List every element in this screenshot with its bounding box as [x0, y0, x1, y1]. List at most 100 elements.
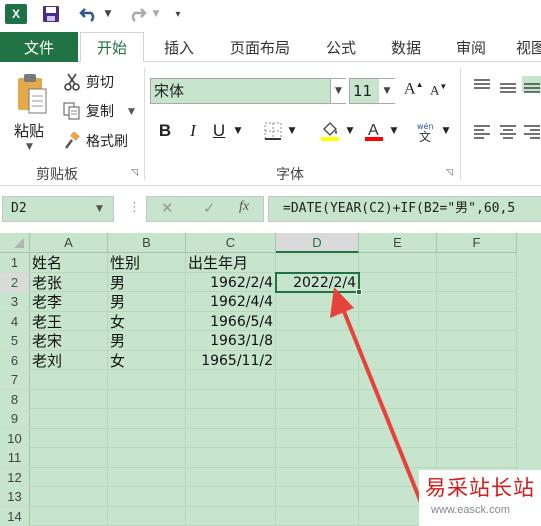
- align-center-icon[interactable]: [498, 124, 518, 140]
- cell-b2[interactable]: 男: [108, 272, 186, 292]
- cell-e1[interactable]: [359, 253, 437, 273]
- cell-a11[interactable]: [30, 448, 108, 468]
- cell-d5[interactable]: [276, 331, 359, 351]
- cell-a3[interactable]: 老李: [30, 292, 108, 312]
- cell-a2[interactable]: 老张: [30, 272, 108, 292]
- font-color-dropdown-icon[interactable]: ▼: [388, 118, 400, 144]
- row-header-11[interactable]: 11: [0, 448, 30, 468]
- row-header-14[interactable]: 14: [0, 506, 30, 526]
- cell-d13[interactable]: [276, 487, 359, 507]
- italic-button[interactable]: I: [184, 118, 202, 144]
- cell-b12[interactable]: [108, 467, 186, 487]
- cell-d12[interactable]: [276, 467, 359, 487]
- cell-c7[interactable]: [186, 370, 276, 390]
- cell-b6[interactable]: 女: [108, 350, 186, 370]
- column-header-f[interactable]: F: [437, 233, 517, 253]
- cell-d7[interactable]: [276, 370, 359, 390]
- cell-a8[interactable]: [30, 389, 108, 409]
- row-header-13[interactable]: 13: [0, 487, 30, 507]
- row-header-4[interactable]: 4: [0, 311, 30, 332]
- cell-e11[interactable]: [359, 448, 437, 468]
- font-color-icon[interactable]: A: [362, 118, 386, 144]
- cell-d3[interactable]: [276, 292, 359, 312]
- tab-formulas[interactable]: 公式: [316, 32, 366, 62]
- cell-b7[interactable]: [108, 370, 186, 390]
- cell-c3[interactable]: 1962/4/4: [186, 292, 276, 312]
- grow-font-button[interactable]: A▲: [404, 80, 423, 98]
- tab-insert[interactable]: 插入: [150, 32, 208, 62]
- cell-e3[interactable]: [359, 292, 437, 312]
- select-all-corner[interactable]: [0, 233, 30, 253]
- cell-e9[interactable]: [359, 409, 437, 429]
- tab-data[interactable]: 数据: [383, 32, 429, 62]
- cell-e5[interactable]: [359, 331, 437, 351]
- formula-input[interactable]: =DATE(YEAR(C2)+IF(B2="男",60,5: [268, 196, 541, 222]
- fill-handle[interactable]: [356, 289, 362, 295]
- align-top-icon[interactable]: [472, 78, 492, 94]
- cell-e7[interactable]: [359, 370, 437, 390]
- cell-b3[interactable]: 男: [108, 292, 186, 312]
- redo-icon[interactable]: [124, 4, 150, 24]
- tab-review[interactable]: 审阅: [446, 32, 496, 62]
- cell-d8[interactable]: [276, 389, 359, 409]
- align-right-icon[interactable]: [522, 124, 541, 140]
- clipboard-launcher-icon[interactable]: ◹: [131, 168, 141, 178]
- row-header-1[interactable]: 1: [0, 253, 30, 273]
- cell-f8[interactable]: [437, 389, 517, 409]
- cell-b8[interactable]: [108, 389, 186, 409]
- name-box-dropdown-icon[interactable]: ▼: [96, 204, 103, 214]
- cell-d6[interactable]: [276, 350, 359, 370]
- font-launcher-icon[interactable]: ◹: [446, 168, 456, 178]
- cell-c4[interactable]: 1966/5/4: [186, 311, 276, 331]
- cell-a1[interactable]: 姓名: [30, 253, 108, 273]
- cell-d14[interactable]: [276, 506, 359, 526]
- copy-dropdown-icon[interactable]: ▼: [128, 107, 135, 117]
- row-header-9[interactable]: 9: [0, 409, 30, 429]
- align-bottom-icon[interactable]: [522, 76, 541, 93]
- column-header-d[interactable]: D: [276, 233, 359, 253]
- cell-f10[interactable]: [437, 428, 517, 448]
- underline-dropdown-icon[interactable]: ▼: [232, 118, 244, 144]
- cell-f7[interactable]: [437, 370, 517, 390]
- font-name-dropdown-icon[interactable]: ▼: [330, 79, 346, 103]
- insert-function-icon[interactable]: fx: [239, 199, 249, 215]
- cell-c11[interactable]: [186, 448, 276, 468]
- row-header-10[interactable]: 10: [0, 428, 30, 449]
- cell-c8[interactable]: [186, 389, 276, 409]
- redo-dropdown-icon[interactable]: ▼: [150, 4, 162, 24]
- cell-a12[interactable]: [30, 467, 108, 487]
- row-header-7[interactable]: 7: [0, 370, 30, 390]
- cell-a5[interactable]: 老宋: [30, 331, 108, 351]
- formula-bar-handle-icon[interactable]: ⋮: [128, 196, 141, 220]
- cell-f4[interactable]: [437, 311, 517, 331]
- cell-f2[interactable]: [437, 272, 517, 292]
- save-icon[interactable]: [40, 4, 62, 24]
- cell-b9[interactable]: [108, 409, 186, 429]
- tab-view[interactable]: 视图: [511, 32, 541, 62]
- cell-e4[interactable]: [359, 311, 437, 331]
- cell-b1[interactable]: 性别: [108, 253, 186, 273]
- row-header-8[interactable]: 8: [0, 389, 30, 410]
- column-header-c[interactable]: C: [186, 233, 276, 253]
- fill-color-dropdown-icon[interactable]: ▼: [344, 118, 356, 144]
- fill-color-icon[interactable]: [318, 118, 342, 144]
- format-painter-button[interactable]: 格式刷: [62, 129, 128, 153]
- cell-a10[interactable]: [30, 428, 108, 448]
- cell-c13[interactable]: [186, 487, 276, 507]
- cell-a4[interactable]: 老王: [30, 311, 108, 331]
- column-header-e[interactable]: E: [359, 233, 437, 253]
- cell-b5[interactable]: 男: [108, 331, 186, 351]
- cell-c5[interactable]: 1963/1/8: [186, 331, 276, 351]
- align-middle-icon[interactable]: [498, 80, 518, 96]
- underline-button[interactable]: U: [210, 118, 228, 144]
- shrink-font-button[interactable]: A▼: [430, 82, 447, 98]
- borders-icon[interactable]: [262, 118, 284, 144]
- cell-d1[interactable]: [276, 253, 359, 273]
- row-header-3[interactable]: 3: [0, 292, 30, 312]
- row-header-2[interactable]: 2: [0, 272, 30, 293]
- cell-b10[interactable]: [108, 428, 186, 448]
- cell-c6[interactable]: 1965/11/2: [186, 350, 276, 370]
- cell-c9[interactable]: [186, 409, 276, 429]
- cancel-icon[interactable]: ✕: [161, 199, 174, 217]
- tab-page-layout[interactable]: 页面布局: [220, 32, 300, 62]
